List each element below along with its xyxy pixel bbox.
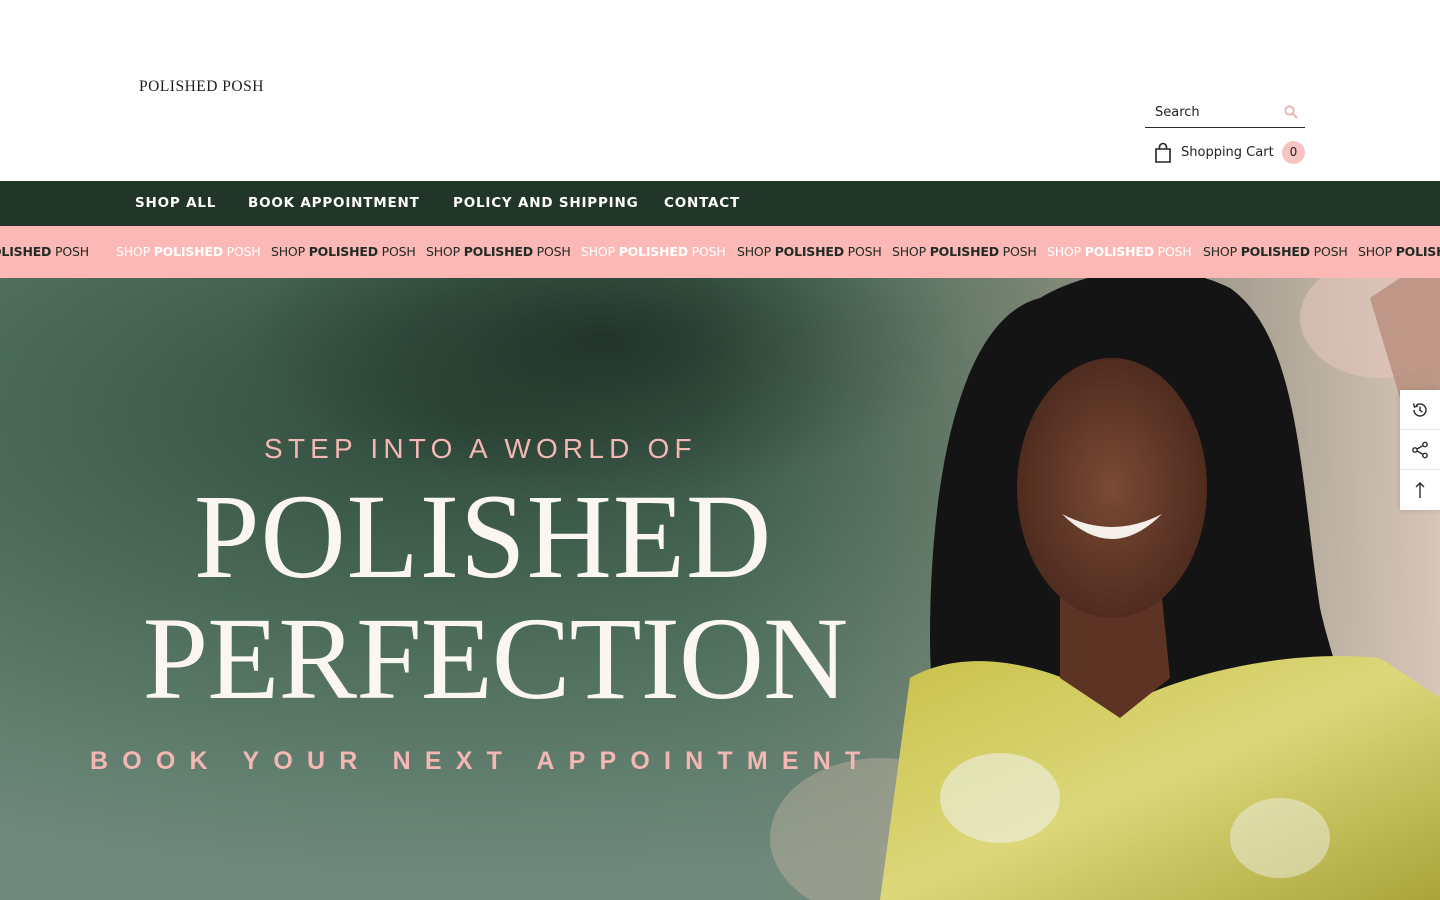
announcement-marquee: OLISHED POSH SHOP POLISHED POSH SHOP POL… bbox=[0, 226, 1440, 278]
site-header: POLISHED POSH Shopping Cart 0 bbox=[0, 0, 1440, 181]
recently-viewed-button[interactable] bbox=[1400, 390, 1440, 430]
nav-item-policy-and-shipping[interactable]: POLICY AND SHIPPING bbox=[453, 181, 638, 226]
marquee-item: SHOP POLISHED POSH bbox=[1203, 244, 1348, 259]
nav-item-book-appointment[interactable]: BOOK APPOINTMENT bbox=[248, 181, 420, 226]
arrow-up-icon bbox=[1415, 482, 1425, 498]
cart-label: Shopping Cart bbox=[1181, 145, 1274, 160]
marquee-item: SHOP POLISHED POSH bbox=[892, 244, 1037, 259]
marquee-item: OLISHED POSH bbox=[0, 244, 89, 259]
marquee-item: SHOP POLISHED POSH bbox=[116, 244, 261, 259]
hero-kicker: STEP INTO A WORLD OF bbox=[264, 433, 697, 464]
cart-count-badge: 0 bbox=[1282, 141, 1305, 164]
shopping-cart-link[interactable]: Shopping Cart 0 bbox=[1153, 141, 1305, 165]
hero-banner[interactable]: STEP INTO A WORLD OF POLISHED PERFECTION… bbox=[0, 278, 1440, 900]
hero-text-group: STEP INTO A WORLD OF POLISHED PERFECTION… bbox=[0, 278, 1000, 900]
marquee-item: SHOP POLISHED POSH bbox=[737, 244, 882, 259]
history-icon bbox=[1412, 403, 1427, 417]
search-input[interactable] bbox=[1145, 98, 1275, 126]
marquee-item: SHOP POLISHED POSH bbox=[271, 244, 416, 259]
search-form bbox=[1145, 98, 1305, 128]
marquee-item: SHOP POLISHED POSH bbox=[426, 244, 571, 259]
search-icon[interactable] bbox=[1283, 104, 1299, 120]
hero-headline-line1: POLISHED bbox=[193, 469, 773, 604]
side-toolbar bbox=[1400, 390, 1440, 510]
hero-headline-line2: PERFECTION bbox=[142, 593, 849, 724]
main-nav: SHOP ALL BOOK APPOINTMENT POLICY AND SHI… bbox=[0, 181, 1440, 226]
nav-item-contact[interactable]: CONTACT bbox=[664, 181, 740, 226]
marquee-item: SHOP POLISHED POSH bbox=[1047, 244, 1192, 259]
nav-item-shop-all[interactable]: SHOP ALL bbox=[135, 181, 216, 226]
back-to-top-button[interactable] bbox=[1400, 470, 1440, 510]
share-button[interactable] bbox=[1400, 430, 1440, 470]
marquee-item: SHOP POLISHED POSH bbox=[581, 244, 726, 259]
site-logo[interactable]: POLISHED POSH bbox=[139, 78, 264, 96]
shopping-bag-icon bbox=[1153, 142, 1173, 164]
share-icon bbox=[1412, 441, 1428, 459]
hero-cta-text[interactable]: BOOK YOUR NEXT APPOINTMENT bbox=[90, 747, 875, 776]
marquee-item: SHOP POLISH bbox=[1358, 244, 1440, 259]
